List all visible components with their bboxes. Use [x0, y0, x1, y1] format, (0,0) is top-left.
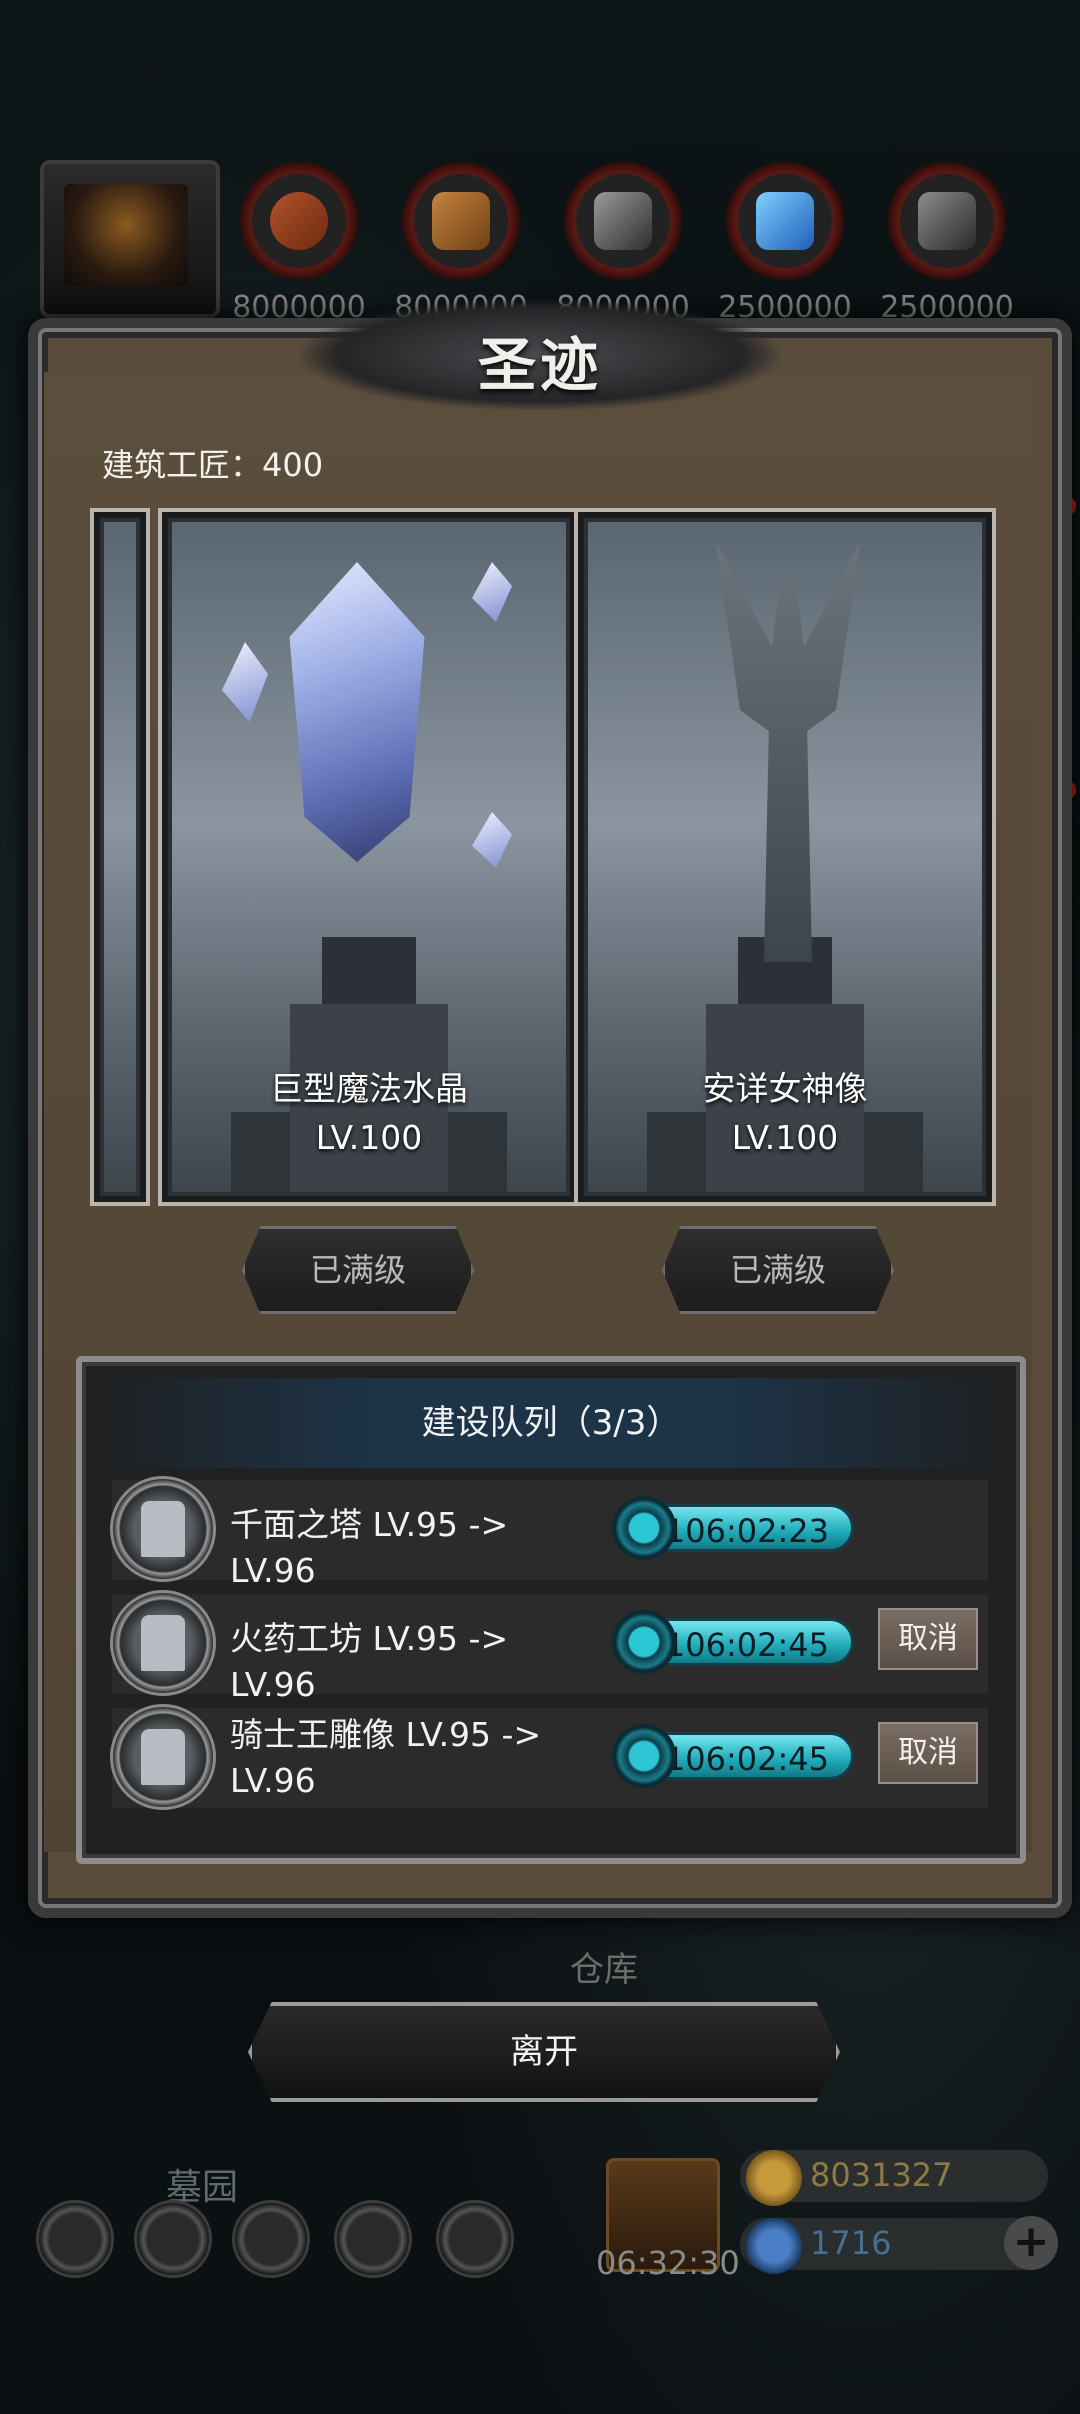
tower-building-icon [110, 1476, 216, 1582]
building-glyph [141, 1729, 185, 1785]
card-level: LV.100 [315, 1118, 423, 1157]
gold-amount: 8031327 [810, 2156, 953, 2194]
crystal-glyph [756, 192, 814, 250]
iron-glyph [594, 192, 652, 250]
mail-icon[interactable] [334, 2200, 412, 2278]
clock-icon [612, 1610, 676, 1674]
building-glyph [141, 1501, 185, 1557]
build-queue-panel: 建设队列（3/3） 千面之塔 LV.95 -> LV.96 106:02:23 … [76, 1356, 1026, 1864]
warehouse-label: 仓库 [570, 1950, 638, 1990]
previous-card-partial[interactable] [90, 508, 150, 1206]
queue-item-text: 千面之塔 LV.95 -> LV.96 [230, 1505, 509, 1590]
card-level: LV.100 [731, 1118, 839, 1157]
pedestal [321, 937, 417, 1005]
wood-glyph [432, 192, 490, 250]
clock-icon [612, 1724, 676, 1788]
map-icon[interactable] [436, 2200, 514, 2278]
cancel-button[interactable]: 取消 [878, 1608, 978, 1670]
crystal-shard [222, 642, 268, 722]
stone-glyph [918, 192, 976, 250]
cancel-button[interactable]: 取消 [878, 1722, 978, 1784]
gem-amount: 1716 [810, 2224, 892, 2262]
statue-building-icon [110, 1704, 216, 1810]
meat-glyph [270, 192, 328, 250]
meat-resource-icon [240, 162, 358, 280]
queue-item-text: 火药工坊 LV.95 -> LV.96 [230, 1619, 509, 1704]
gold-coin-icon [746, 2150, 802, 2206]
leave-button[interactable]: 离开 [248, 2002, 840, 2102]
portrait-image [64, 184, 188, 286]
player-portrait[interactable] [40, 160, 220, 318]
queue-item: 骑士王雕像 LV.95 -> LV.96 106:02:45 取消 [110, 1704, 988, 1810]
queue-item: 火药工坊 LV.95 -> LV.96 106:02:45 取消 [110, 1590, 988, 1704]
queue-item-text: 骑士王雕像 LV.95 -> LV.96 [230, 1715, 542, 1800]
workshop-building-icon [110, 1590, 216, 1696]
card-name: 安详女神像 [702, 1069, 868, 1108]
settings-icon[interactable] [36, 2200, 114, 2278]
stone-resource-icon [888, 162, 1006, 280]
crystal-shard [472, 562, 512, 622]
guild-icon[interactable] [232, 2200, 310, 2278]
queue-item: 千面之塔 LV.95 -> LV.96 106:02:23 [110, 1476, 988, 1590]
wood-resource-icon [402, 162, 520, 280]
max-level-button[interactable]: 已满级 [242, 1226, 474, 1314]
add-currency-button[interactable]: + [1004, 2216, 1058, 2270]
card-name: 巨型魔法水晶 [270, 1069, 468, 1108]
dialog-title: 圣迹 [477, 331, 602, 399]
queue-title: 建设队列（3/3） [102, 1378, 1000, 1468]
max-level-button[interactable]: 已满级 [662, 1226, 894, 1314]
gem-icon [746, 2218, 802, 2274]
gift-timer: 06:32:30 [596, 2244, 740, 2282]
magic-crystal-image [289, 562, 425, 862]
crystal-shard [472, 812, 512, 868]
card-artwork [104, 522, 136, 1192]
craftsman-count: 建筑工匠：400 [102, 446, 324, 484]
card-serene-goddess-statue[interactable]: 安详女神像 LV.100 [574, 508, 996, 1206]
achievement-icon[interactable] [134, 2200, 212, 2278]
crystal-resource-icon [726, 162, 844, 280]
clock-icon [612, 1496, 676, 1560]
goddess-statue-image [716, 542, 860, 962]
building-glyph [141, 1615, 185, 1671]
card-giant-magic-crystal[interactable]: 巨型魔法水晶 LV.100 [158, 508, 580, 1206]
iron-resource-icon [564, 162, 682, 280]
